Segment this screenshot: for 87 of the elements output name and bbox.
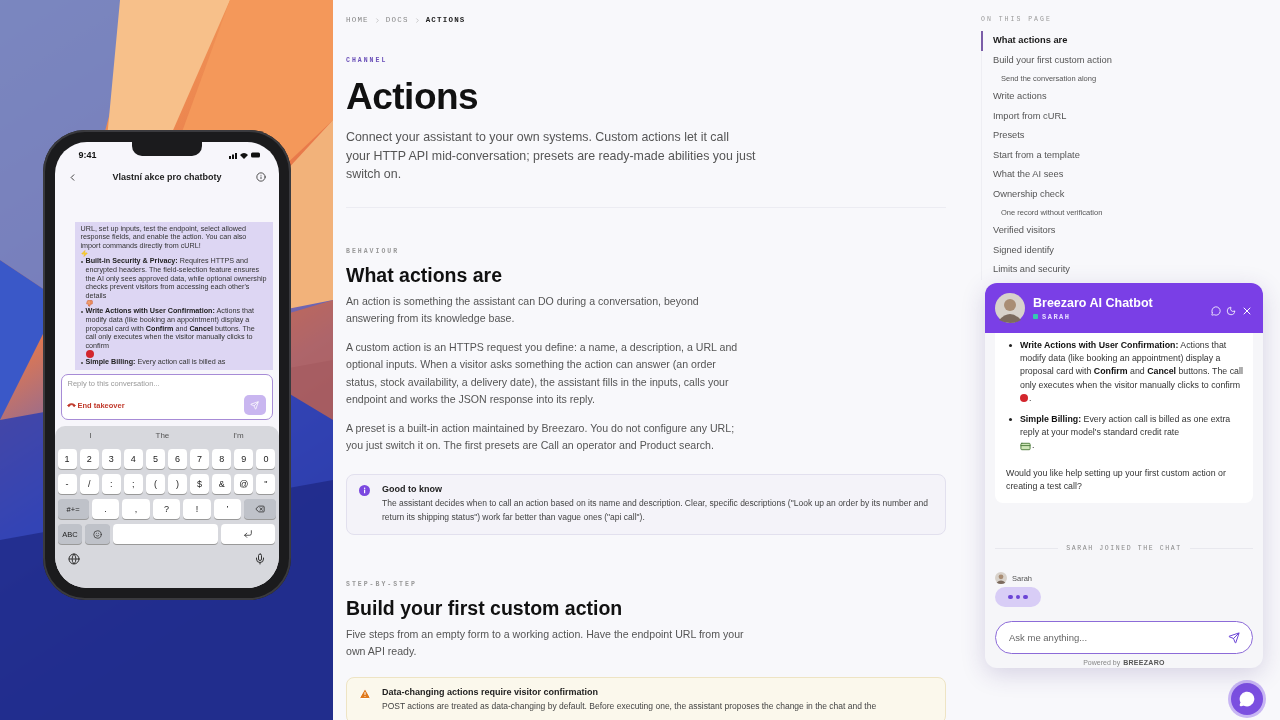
chat-launcher-button[interactable]: [1231, 683, 1263, 715]
agent-avatar: [995, 293, 1025, 323]
toc-link[interactable]: Signed identify: [981, 240, 1280, 260]
status-time: 9:41: [78, 150, 97, 160]
key[interactable]: 5: [145, 449, 165, 469]
toc-link[interactable]: What actions are: [981, 31, 1280, 51]
key[interactable]: 6: [167, 449, 188, 469]
key[interactable]: 2: [79, 449, 99, 469]
key[interactable]: ;: [123, 474, 143, 494]
key[interactable]: :: [101, 474, 121, 494]
backspace-key[interactable]: [244, 499, 276, 519]
send-icon[interactable]: [1228, 631, 1240, 644]
toc-link[interactable]: Presets: [981, 126, 1280, 146]
toc-link[interactable]: What the AI sees: [981, 165, 1280, 185]
camera-notch: [131, 142, 202, 156]
chevron-icon: [373, 16, 381, 24]
chat-title: Vlastní akce pro chatboty: [112, 172, 222, 182]
body-text: Five steps from an empty form to a working action. Have the endpoint URL from your own API ready.: [346, 626, 744, 659]
return-icon: [243, 529, 254, 539]
microphone-icon[interactable]: [253, 553, 266, 565]
punctuation: .: [1029, 391, 1032, 405]
key[interactable]: &: [212, 474, 232, 494]
key[interactable]: 0: [256, 449, 276, 469]
punctuation: .: [1032, 439, 1035, 453]
callout-text: The assistant decides when to call an action based on its name and description. Clear, specific descriptions ("Look up an order by its number and return its shipping status") work far better than vague ones ("api call").: [382, 496, 929, 524]
toc-link[interactable]: Write actions: [981, 87, 1280, 107]
page-title: Actions: [346, 75, 480, 119]
section-heading: What actions are: [346, 262, 504, 287]
section-heading: Build your first custom action: [346, 595, 624, 620]
body-text: An action is something the assistant can DO during a conversation, beyond answering from its knowledge base.: [346, 293, 700, 326]
bullet-icon: [1009, 344, 1012, 347]
toc-link[interactable]: Verified visitors: [981, 221, 1280, 241]
toc-link[interactable]: Ownership check: [981, 184, 1280, 204]
key[interactable]: 8: [212, 449, 232, 469]
suggestion[interactable]: The: [155, 430, 170, 440]
agent-avatar: [995, 572, 1007, 585]
close-icon[interactable]: [1241, 305, 1253, 317]
callout-title: Good to know: [382, 482, 443, 495]
body-text: A preset is a built-in action maintained by Breezaro. You do not configure any URL; you just switch it on. The first presets are Call an operator and Product search.: [346, 420, 736, 453]
key[interactable]: 1: [57, 449, 77, 469]
callout-text: POST actions are treated as data-changing by default. Before executing one, the assistant proposes the change in the chat and the: [382, 699, 878, 713]
key[interactable]: 7: [190, 449, 210, 469]
key[interactable]: .: [91, 499, 120, 519]
message-text: Would you like help setting up your first custom action or creating a test call?: [1006, 466, 1227, 493]
suggestion[interactable]: I'm: [233, 430, 244, 440]
message-field[interactable]: Ask me anything...: [995, 621, 1253, 655]
chat-icon: [1239, 691, 1255, 707]
key[interactable]: ?: [152, 499, 181, 519]
suggestion[interactable]: I: [89, 430, 92, 440]
info-icon[interactable]: [256, 172, 267, 182]
smiley-icon: [93, 529, 103, 539]
phone-icon: [66, 400, 76, 410]
toc-link[interactable]: Import from cURL: [981, 106, 1280, 126]
key[interactable]: -: [57, 474, 77, 494]
key[interactable]: 9: [234, 449, 254, 469]
emoji-key[interactable]: [85, 524, 111, 544]
key[interactable]: 4: [123, 449, 143, 469]
status-icons: [228, 151, 261, 159]
key[interactable]: ): [167, 474, 188, 494]
key[interactable]: /: [79, 474, 99, 494]
warning-icon: [359, 687, 371, 700]
chat-bubble-icon[interactable]: [1211, 306, 1221, 316]
key[interactable]: ’: [213, 499, 242, 519]
message-text: Write Actions with User Confirmation: Actions that modify data (like booking an appointment) display a proposal card with Confirm and Cancel buttons. The call only executes when the visitor manually clicks to confirm: [1020, 339, 1243, 392]
key[interactable]: @: [234, 474, 254, 494]
toc-link[interactable]: Limits and security: [981, 260, 1280, 280]
backspace-icon: [254, 504, 265, 514]
send-icon: [250, 400, 259, 410]
bullet-icon: [1009, 418, 1012, 421]
moon-icon[interactable]: [1226, 306, 1236, 316]
key[interactable]: ,: [122, 499, 150, 519]
body-text: A custom action is an HTTPS request you define: a name, a description, a URL and optional inputs. When a visitor asks something the action can answer (an order status, stock availability, a delivery date), the assistant fills in the inputs, calls your endpoint and works the JSON response into its reply.: [346, 339, 739, 407]
typing-indicator: [995, 587, 1041, 608]
key[interactable]: (: [145, 474, 165, 494]
intro-text: Connect your assistant to your own systems. Custom actions let it call your HTTP API mid-conversation; presets are ready-made abilities you just switch on.: [346, 129, 756, 183]
callout-title: Data-changing actions require visitor confirmation: [382, 685, 600, 698]
key[interactable]: !: [183, 499, 211, 519]
chevron-icon: [413, 16, 421, 24]
key[interactable]: 3: [101, 449, 121, 469]
toc-link[interactable]: Start from a template: [981, 145, 1280, 165]
toc-link[interactable]: Build your first custom action: [981, 50, 1280, 70]
info-icon: [359, 484, 370, 496]
key[interactable]: $: [190, 474, 210, 494]
globe-icon[interactable]: [67, 553, 80, 565]
chat-title: Breezaro AI Chatbot: [1033, 295, 1154, 310]
message-text: Simple Billing: Every action call is billed as one extra reply at your model's standard credit rate: [1020, 413, 1232, 440]
key[interactable]: ": [256, 474, 276, 494]
